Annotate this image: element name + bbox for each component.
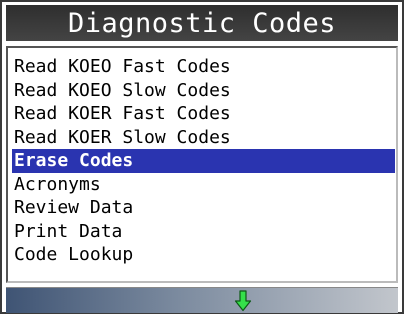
menu-list: Read KOEO Fast Codes Read KOEO Slow Code… [12,55,395,267]
title-bar: Diagnostic Codes [6,5,398,41]
scan-tool-screen: Diagnostic Codes Read KOEO Fast Codes Re… [0,0,404,314]
menu-item-read-koer-slow-codes[interactable]: Read KOER Slow Codes [12,126,395,150]
status-bar [6,287,398,313]
arrow-down-icon[interactable] [234,290,252,312]
menu-item-print-data[interactable]: Print Data [12,220,395,244]
menu-panel: Read KOEO Fast Codes Read KOEO Slow Code… [6,46,398,283]
menu-item-acronyms[interactable]: Acronyms [12,173,395,197]
menu-item-read-koer-fast-codes[interactable]: Read KOER Fast Codes [12,102,395,126]
menu-item-read-koeo-slow-codes[interactable]: Read KOEO Slow Codes [12,79,395,103]
menu-item-read-koeo-fast-codes[interactable]: Read KOEO Fast Codes [12,55,395,79]
screen-title: Diagnostic Codes [67,7,337,39]
menu-item-code-lookup[interactable]: Code Lookup [12,243,395,267]
menu-item-erase-codes[interactable]: Erase Codes [12,149,395,173]
menu-item-review-data[interactable]: Review Data [12,196,395,220]
